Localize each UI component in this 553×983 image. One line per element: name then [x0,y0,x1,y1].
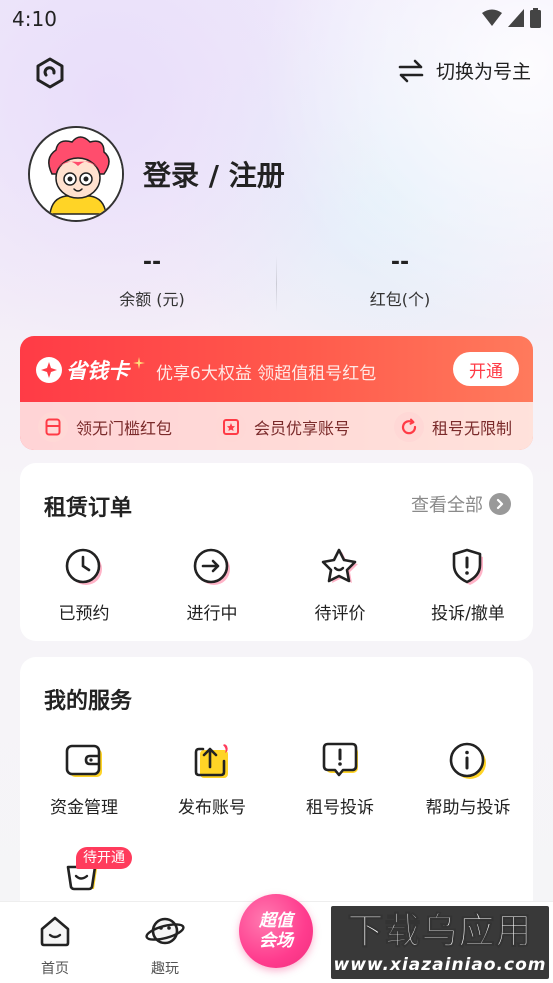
balance-stat[interactable]: -- 余额 (元) [52,250,252,310]
order-booked-label: 已预约 [58,604,110,624]
settings-button[interactable] [30,53,70,93]
savings-card-badge: 省钱卡 [36,355,145,385]
signal-icon [508,9,524,27]
switch-role-button[interactable]: 切换为号主 [398,57,531,84]
member-badge-icon [216,412,246,442]
arrow-right-circle-icon [190,545,234,589]
savings-card-banner[interactable]: 省钱卡 优享6大权益 领超值租号红包 开通 领无门槛红包 会员优享账号 租号无限… [20,336,533,450]
my-services-title: 我的服务 [44,689,133,714]
refresh-icon [394,412,424,442]
planet-icon [145,917,185,945]
view-all-orders-link[interactable]: 查看全部 [411,491,511,517]
stats-divider [276,256,277,312]
settings-icon [36,57,64,89]
login-register-link[interactable]: 登录 / 注册 [143,154,285,194]
service-funds[interactable]: 资金管理 [20,739,148,818]
view-all-label: 查看全部 [411,495,483,516]
home-icon [40,916,70,947]
tab-fun-label: 趣玩 [151,961,179,977]
star-smile-icon [318,545,362,589]
service-complaint-label: 租号投诉 [306,798,374,818]
watermark-logo: 下载乌应用 www.xiazainiao.com [331,906,549,979]
perk-member-account: 会员优享账号 [216,412,350,442]
perk-free-red-packet: 领无门槛红包 [38,412,172,442]
status-time: 4:10 [12,7,57,31]
info-icon [446,739,490,783]
wifi-icon [482,9,502,26]
service-publish-label: 发布账号 [178,798,246,818]
red-packet-stat[interactable]: -- 红包(个) [300,250,500,310]
switch-role-label: 切换为号主 [435,61,531,83]
super-value-venue-button[interactable]: 超值 会场 [239,894,313,968]
order-in-progress-label: 进行中 [186,604,238,624]
order-booked[interactable]: 已预约 [20,545,148,624]
status-icons [482,8,541,28]
open-savings-card-button[interactable]: 开通 [453,352,519,386]
sparkle-icon [36,357,62,383]
tab-home[interactable]: 首页 [10,914,100,978]
service-help-label: 帮助与投诉 [425,798,511,818]
service-funds-label: 资金管理 [50,798,118,818]
stats-row: -- 余额 (元) -- 红包(个) [0,250,553,320]
order-complaint-cancel[interactable]: 投诉/撤单 [404,545,532,624]
rental-orders-title: 租赁订单 [44,496,133,521]
tab-home-label: 首页 [41,961,69,977]
center-button-line2: 会场 [259,931,293,951]
perk-label: 会员优享账号 [254,419,351,438]
order-to-review-label: 待评价 [314,604,366,624]
center-button-line1: 超值 [259,911,293,931]
order-to-review[interactable]: 待评价 [276,545,404,624]
balance-value: -- [142,250,162,275]
switch-arrows-icon [398,59,424,82]
pending-activation-badge: 待开通 [76,847,132,869]
savings-card-title: 省钱卡 [66,359,129,383]
avatar[interactable] [28,126,124,222]
service-publish-account[interactable]: 发布账号 [148,739,276,818]
perk-label: 领无门槛红包 [76,419,173,438]
service-help[interactable]: 帮助与投诉 [404,739,532,818]
perk-label: 租号无限制 [432,419,513,438]
coupon-icon [38,412,68,442]
chevron-right-icon [489,493,511,515]
avatar-illustration [30,128,122,220]
order-complaint-label: 投诉/撤单 [431,604,505,624]
savings-card-top: 省钱卡 优享6大权益 领超值租号红包 开通 [20,336,533,402]
tab-fun[interactable]: 趣玩 [120,914,210,978]
savings-card-description: 优享6大权益 领超值租号红包 [156,364,377,384]
shield-alert-icon [446,545,490,589]
battery-icon [530,8,541,28]
upload-icon [190,739,234,783]
alert-message-icon [318,739,362,783]
red-packet-label: 红包(个) [369,290,431,309]
rental-orders-card: 租赁订单 查看全部 已预约 进行中 待评价 投诉/撤单 [20,463,533,641]
perk-unlimited-rental: 租号无限制 [394,412,512,442]
watermark-title: 下载乌应用 [347,911,533,953]
red-packet-value: -- [390,250,410,275]
balance-label: 余额 (元) [119,290,185,309]
service-rental-complaint[interactable]: 租号投诉 [276,739,404,818]
savings-card-perks: 领无门槛红包 会员优享账号 租号无限制 [20,402,533,450]
watermark-url: www.xiazainiao.com [333,955,547,975]
wallet-icon [62,739,106,783]
clock-icon [62,545,106,589]
status-bar: 4:10 [0,0,553,38]
my-services-card: 我的服务 资金管理 发布账号 租号投诉 帮助与投诉 待开通 [20,657,533,917]
order-in-progress[interactable]: 进行中 [148,545,276,624]
star-sparkle-icon [133,357,145,369]
